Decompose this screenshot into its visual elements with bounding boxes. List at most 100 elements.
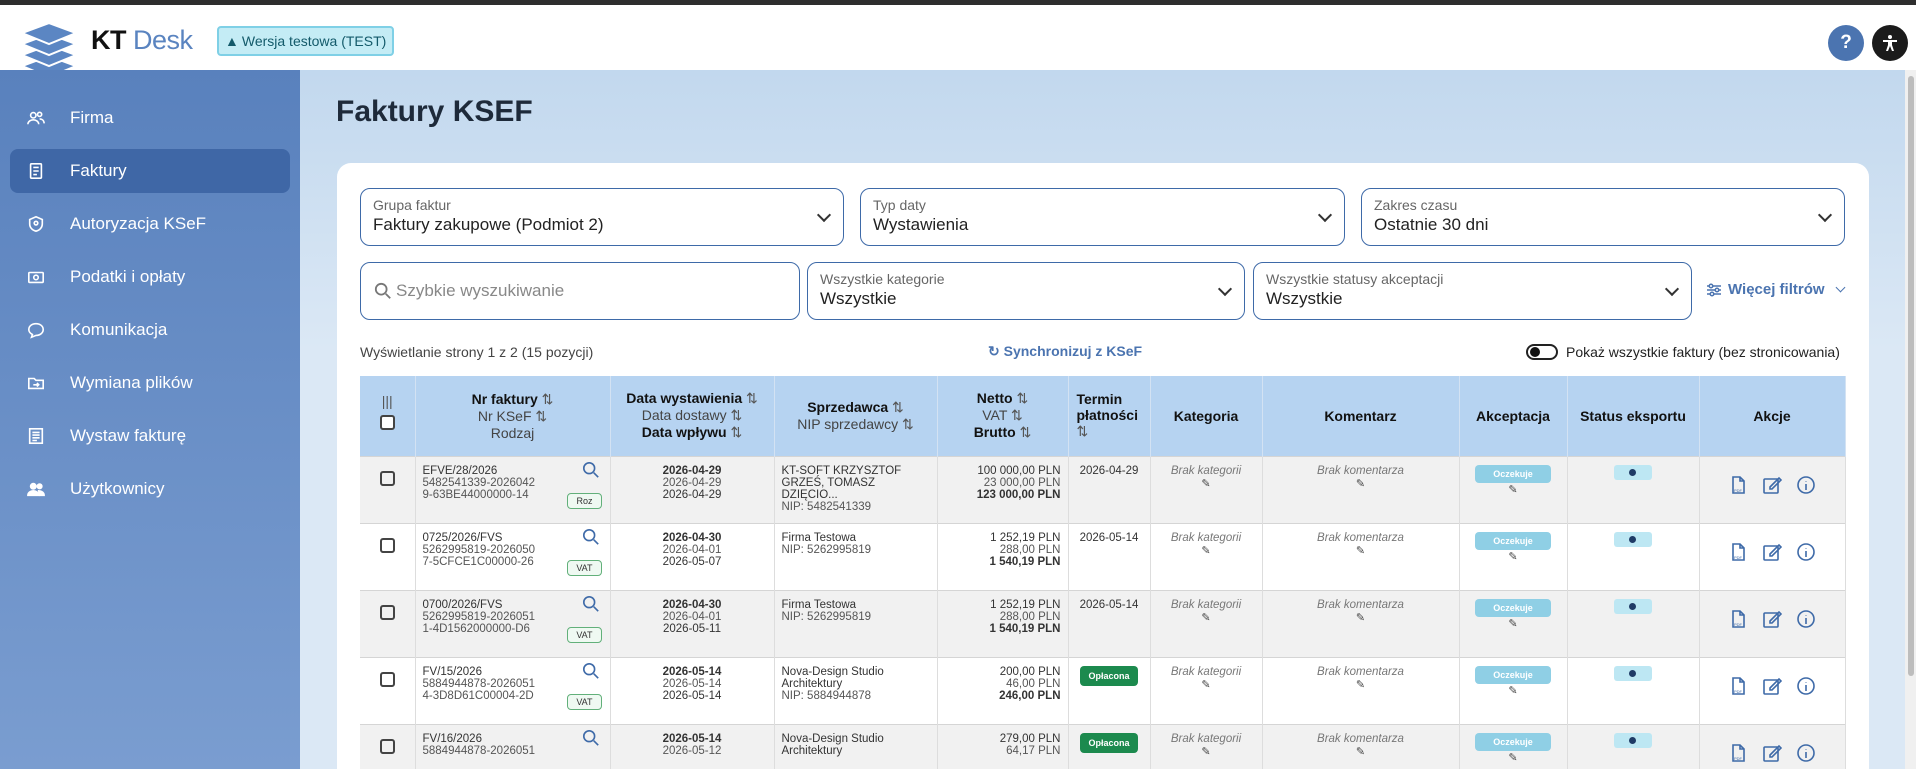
edit-icon[interactable]: ✎: [1270, 611, 1452, 624]
invoice-kind-badge: Roz: [567, 492, 602, 509]
search-input[interactable]: Szybkie wyszukiwanie: [360, 262, 800, 320]
info-icon[interactable]: [1796, 475, 1816, 495]
pdf-icon[interactable]: PDF: [1728, 743, 1748, 763]
col-dates[interactable]: Data wystawienia ⇅ Data dostawy ⇅ Data wpł…: [610, 376, 775, 456]
category-select[interactable]: Wszystkie kategorie Wszystkie: [807, 262, 1245, 320]
due-date: 2026-05-14: [1079, 598, 1139, 611]
edit-icon[interactable]: [1762, 475, 1782, 495]
acceptance-badge[interactable]: Oczekuje: [1475, 598, 1551, 617]
time-range-select[interactable]: Zakres czasu Ostatnie 30 dni: [1361, 188, 1845, 246]
pdf-icon[interactable]: PDF: [1728, 609, 1748, 629]
sidebar-item-wystaw[interactable]: Wystaw fakturę: [10, 414, 290, 458]
sidebar-item-uzytkownicy[interactable]: Użytkownicy: [10, 467, 290, 511]
more-filters-button[interactable]: Więcej filtrów: [1706, 281, 1846, 298]
acceptance-badge[interactable]: Oczekuje: [1475, 531, 1551, 550]
gross-amount: 1 540,19 PLN: [989, 622, 1061, 635]
pdf-icon[interactable]: PDF: [1728, 542, 1748, 562]
search-icon[interactable]: [582, 461, 600, 479]
sidebar-item-podatki[interactable]: Podatki i opłaty: [10, 255, 290, 299]
show-all-toggle[interactable]: [1526, 344, 1558, 360]
col-due[interactable]: Termin płatności ⇅: [1068, 376, 1151, 456]
row-checkbox[interactable]: [379, 604, 395, 620]
category-cell: Brak kategorii ✎: [1150, 589, 1263, 657]
edit-icon[interactable]: ✎: [1467, 617, 1560, 630]
accessibility-button[interactable]: [1872, 25, 1908, 61]
scrollbar-thumb[interactable]: [1908, 76, 1914, 676]
info-icon[interactable]: [1796, 542, 1816, 562]
info-icon[interactable]: [1796, 743, 1816, 763]
row-select-cell: [360, 455, 416, 523]
ksef-number: 5884944878-2026051: [422, 677, 536, 690]
info-icon[interactable]: [1796, 609, 1816, 629]
sync-ksef-button[interactable]: ↻ Synchronizuj z KSeF: [988, 343, 1142, 360]
columns-icon[interactable]: |||: [360, 393, 415, 409]
dates-cell: 2026-04-30 2026-04-01 2026-05-07: [610, 522, 775, 590]
seller-cell: Nova-Design Studio Architektury: [774, 723, 938, 769]
col-nr[interactable]: Nr faktury ⇅ Nr KSeF ⇅ Rodzaj: [415, 376, 611, 456]
actions-cell: PDF: [1699, 455, 1846, 523]
seller-name: Nova-Design Studio: [781, 732, 884, 745]
row-checkbox[interactable]: [379, 738, 395, 754]
select-all-checkbox[interactable]: [379, 415, 395, 431]
search-icon[interactable]: [582, 595, 600, 613]
show-all-label: Pokaż wszystkie faktury (bez stronicowan…: [1566, 344, 1840, 360]
edit-icon[interactable]: [1762, 743, 1782, 763]
invoice-kind-badge: VAT: [567, 626, 602, 643]
edit-icon[interactable]: ✎: [1158, 544, 1255, 557]
col-seller[interactable]: Sprzedawca ⇅ NIP sprzedawcy ⇅: [774, 376, 938, 456]
col-comment: Komentarz: [1262, 376, 1460, 456]
acceptance-badge[interactable]: Oczekuje: [1475, 732, 1551, 751]
seller-name: KT-SOFT KRZYSZTOF: [781, 464, 902, 477]
ksef-number: 5884944878-2026051: [422, 744, 536, 757]
pdf-icon[interactable]: PDF: [1728, 475, 1748, 495]
table-row[interactable]: EFVE/28/2026 5482541339-2026042 9-63BE44…: [360, 455, 1846, 523]
invoice-group-select[interactable]: Grupa faktur Faktury zakupowe (Podmiot 2): [360, 188, 844, 246]
edit-icon[interactable]: [1762, 676, 1782, 696]
edit-icon[interactable]: ✎: [1270, 678, 1452, 691]
col-amounts[interactable]: Netto ⇅ VAT ⇅ Brutto ⇅: [937, 376, 1069, 456]
edit-icon[interactable]: [1762, 609, 1782, 629]
category-value: Brak kategorii: [1170, 598, 1242, 611]
table-row[interactable]: 0700/2026/FVS 5262995819-2026051 1-4D156…: [360, 589, 1846, 657]
row-checkbox[interactable]: [379, 470, 395, 486]
pdf-icon[interactable]: PDF: [1728, 676, 1748, 696]
help-button[interactable]: ?: [1828, 25, 1864, 61]
acceptance-select[interactable]: Wszystkie statusy akceptacji Wszystkie: [1253, 262, 1692, 320]
due-cell: Opłacona: [1068, 723, 1151, 769]
category-cell: Brak kategorii ✎: [1150, 656, 1263, 724]
info-icon[interactable]: [1796, 676, 1816, 696]
edit-icon[interactable]: ✎: [1467, 550, 1560, 563]
comment-cell: Brak komentarza ✎: [1262, 656, 1460, 724]
row-checkbox[interactable]: [379, 537, 395, 553]
sidebar-item-komunikacja[interactable]: Komunikacja: [10, 308, 290, 352]
edit-icon[interactable]: ✎: [1158, 745, 1255, 758]
date-type-select[interactable]: Typ daty Wystawienia: [860, 188, 1345, 246]
acceptance-badge[interactable]: Oczekuje: [1475, 464, 1551, 483]
edit-icon[interactable]: ✎: [1467, 483, 1560, 496]
edit-icon[interactable]: ✎: [1270, 544, 1452, 557]
edit-icon[interactable]: ✎: [1467, 684, 1560, 697]
edit-icon[interactable]: [1762, 542, 1782, 562]
edit-icon[interactable]: ✎: [1270, 477, 1452, 490]
edit-icon[interactable]: ✎: [1467, 751, 1560, 764]
vat-amount: 64,17 PLN: [1006, 744, 1061, 757]
table-row[interactable]: 0725/2026/FVS 5262995819-2026050 7-5CFCE…: [360, 522, 1846, 590]
edit-icon[interactable]: ✎: [1270, 745, 1452, 758]
delivery-date: 2026-04-01: [662, 610, 722, 623]
table-row[interactable]: FV/16/2026 5884944878-2026051 2026-05-14…: [360, 723, 1846, 769]
table-row[interactable]: FV/15/2026 5884944878-2026051 4-3D8D61C0…: [360, 656, 1846, 724]
search-icon[interactable]: [582, 729, 600, 747]
search-icon[interactable]: [582, 662, 600, 680]
sidebar-item-wymiana[interactable]: Wymiana plików: [10, 361, 290, 405]
table-header-row: ||| Nr faktury ⇅ Nr KSeF ⇅ Rodzaj Data wys…: [360, 376, 1846, 456]
sidebar-item-faktury[interactable]: Faktury: [10, 149, 290, 193]
edit-icon[interactable]: ✎: [1158, 611, 1255, 624]
issue-date: 2026-04-30: [662, 531, 722, 544]
edit-icon[interactable]: ✎: [1158, 678, 1255, 691]
sidebar-item-firma[interactable]: Firma: [10, 96, 290, 140]
edit-icon[interactable]: ✎: [1158, 477, 1255, 490]
sidebar-item-autoryzacja[interactable]: Autoryzacja KSeF: [10, 202, 290, 246]
acceptance-badge[interactable]: Oczekuje: [1475, 665, 1551, 684]
search-icon[interactable]: [582, 528, 600, 546]
row-checkbox[interactable]: [379, 671, 395, 687]
